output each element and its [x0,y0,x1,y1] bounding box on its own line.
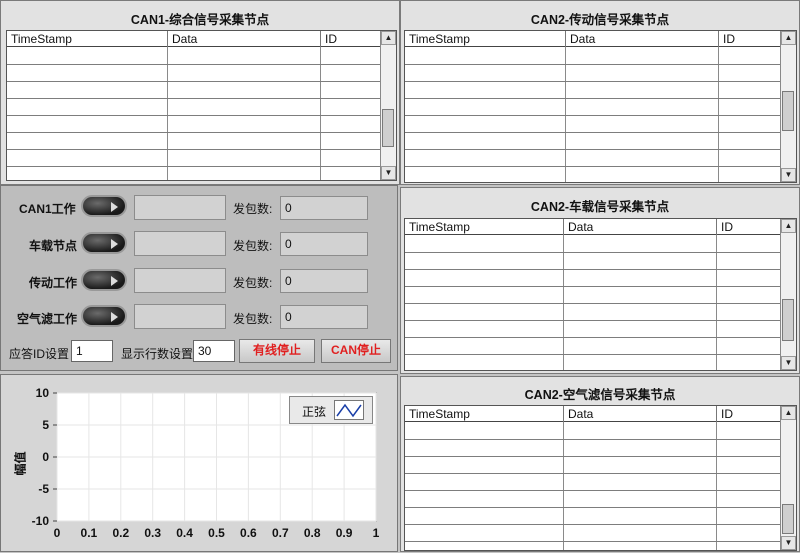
x-tick-label: 0.4 [176,526,193,540]
y-axis-label: 幅值 [13,451,28,476]
x-tick-label: 0.8 [304,526,321,540]
table-header: TimeStamp Data ID [405,406,796,422]
drive-work-label: 传动工作 [29,276,78,290]
airfilter-work-toggle[interactable] [81,305,127,327]
table-panel-can1: CAN1-综合信号采集节点 TimeStamp Data ID ▲ ▼ [0,0,400,185]
play-icon [111,239,118,249]
drive-status-indicator [134,268,226,293]
can1-work-label: CAN1工作 [19,202,76,216]
scroll-down-icon[interactable]: ▼ [781,168,796,182]
scroll-thumb[interactable] [782,91,794,131]
line-plot-icon [334,400,364,420]
y-tick-label: 0 [42,450,49,464]
scroll-thumb[interactable] [782,504,794,534]
ack-id-input[interactable]: 1 [71,340,113,362]
column-header-data[interactable]: Data [564,219,717,235]
x-tick-label: 0 [54,526,61,540]
ack-id-label: 应答ID设置 [9,347,70,361]
display-rows-input[interactable]: 30 [193,340,235,362]
scroll-down-icon[interactable]: ▼ [781,536,796,550]
table-title: CAN1-综合信号采集节点 [130,13,270,27]
vertical-scrollbar[interactable]: ▲ ▼ [780,219,796,370]
scroll-up-icon[interactable]: ▲ [381,31,396,45]
table-panel-can2-vehicle: CAN2-车载信号采集节点 TimeStamp Data ID ▲ ▼ [400,187,800,374]
scroll-thumb[interactable] [382,109,394,147]
play-icon [111,276,118,286]
table-title: CAN2-传动信号采集节点 [530,13,670,27]
legend: 正弦 [289,396,373,424]
wired-stop-button[interactable]: 有线停止 [239,339,315,363]
vertical-scrollbar[interactable]: ▲ ▼ [380,31,396,180]
column-header-timestamp[interactable]: TimeStamp [405,406,564,422]
x-tick-label: 0.7 [272,526,289,540]
column-header-id[interactable]: ID [321,31,381,47]
y-tick-label: -10 [32,514,50,528]
vertical-scrollbar[interactable]: ▲ ▼ [780,31,796,182]
scroll-up-icon[interactable]: ▲ [781,31,796,45]
table-header: TimeStamp Data ID [405,31,796,47]
x-tick-label: 0.2 [112,526,129,540]
x-tick-label: 0.3 [144,526,161,540]
scroll-up-icon[interactable]: ▲ [781,219,796,233]
x-tick-label: 1 [373,526,380,540]
scroll-down-icon[interactable]: ▼ [381,166,396,180]
column-header-data[interactable]: Data [566,31,719,47]
play-icon [111,202,118,212]
x-tick-label: 0.1 [81,526,98,540]
data-table[interactable]: TimeStamp Data ID ▲ ▼ [404,405,797,551]
display-rows-label: 显示行数设置 [121,347,194,361]
control-panel: CAN1工作 发包数: 0 车载节点 发包数: 0 传动工作 发包数: 0 空气… [0,185,398,371]
column-header-timestamp[interactable]: TimeStamp [405,219,564,235]
table-title: CAN2-空气滤信号采集节点 [524,388,676,402]
waveform-graph-panel: 0 0.1 0.2 0.3 0.4 0.5 0.6 0.7 0.8 0.9 1 10 5 0 -5 -10 幅… [0,374,398,552]
vertical-scrollbar[interactable]: ▲ ▼ [780,406,796,550]
table-panel-can2-drive: CAN2-传动信号采集节点 TimeStamp Data ID ▲ ▼ [400,0,800,185]
packet-count-value: 0 [280,269,368,293]
column-header-data[interactable]: Data [564,406,717,422]
column-header-id[interactable]: ID [719,31,781,47]
column-header-id[interactable]: ID [717,406,781,422]
packet-count-label: 发包数: [233,312,273,326]
drive-work-toggle[interactable] [81,269,127,291]
x-tick-label: 0.6 [240,526,257,540]
packet-count-value: 0 [280,305,368,329]
scroll-up-icon[interactable]: ▲ [781,406,796,420]
scroll-down-icon[interactable]: ▼ [781,356,796,370]
packet-count-value: 0 [280,196,368,220]
packet-count-label: 发包数: [233,202,273,216]
scroll-thumb[interactable] [782,299,794,341]
column-header-data[interactable]: Data [168,31,321,47]
packet-count-label: 发包数: [233,239,273,253]
data-table[interactable]: TimeStamp Data ID ▲ ▼ [404,218,797,371]
packet-count-label: 发包数: [233,276,273,290]
data-table[interactable]: TimeStamp Data ID ▲ ▼ [404,30,797,183]
table-header: TimeStamp Data ID [7,31,396,47]
play-icon [111,312,118,322]
x-tick-label: 0.5 [208,526,225,540]
y-tick-label: 5 [42,418,49,432]
can-stop-button[interactable]: CAN停止 [321,339,391,363]
can1-work-toggle[interactable] [81,195,127,217]
x-tick-label: 0.9 [336,526,353,540]
can1-status-indicator [134,195,226,220]
y-tick-label: -5 [38,482,49,496]
table-header: TimeStamp Data ID [405,219,796,235]
vehicle-status-indicator [134,231,226,256]
table-title: CAN2-车载信号采集节点 [530,200,670,214]
column-header-id[interactable]: ID [717,219,781,235]
column-header-timestamp[interactable]: TimeStamp [405,31,566,47]
table-panel-can2-airfilter: CAN2-空气滤信号采集节点 TimeStamp Data ID ▲ ▼ [400,376,800,552]
airfilter-work-label: 空气滤工作 [17,312,78,326]
legend-series-name: 正弦 [302,405,327,419]
column-header-timestamp[interactable]: TimeStamp [7,31,168,47]
vehicle-node-label: 车载节点 [29,239,78,253]
vehicle-node-toggle[interactable] [81,232,127,254]
data-table[interactable]: TimeStamp Data ID ▲ ▼ [6,30,397,181]
packet-count-value: 0 [280,232,368,256]
airfilter-status-indicator [134,304,226,329]
y-tick-label: 10 [36,386,50,400]
